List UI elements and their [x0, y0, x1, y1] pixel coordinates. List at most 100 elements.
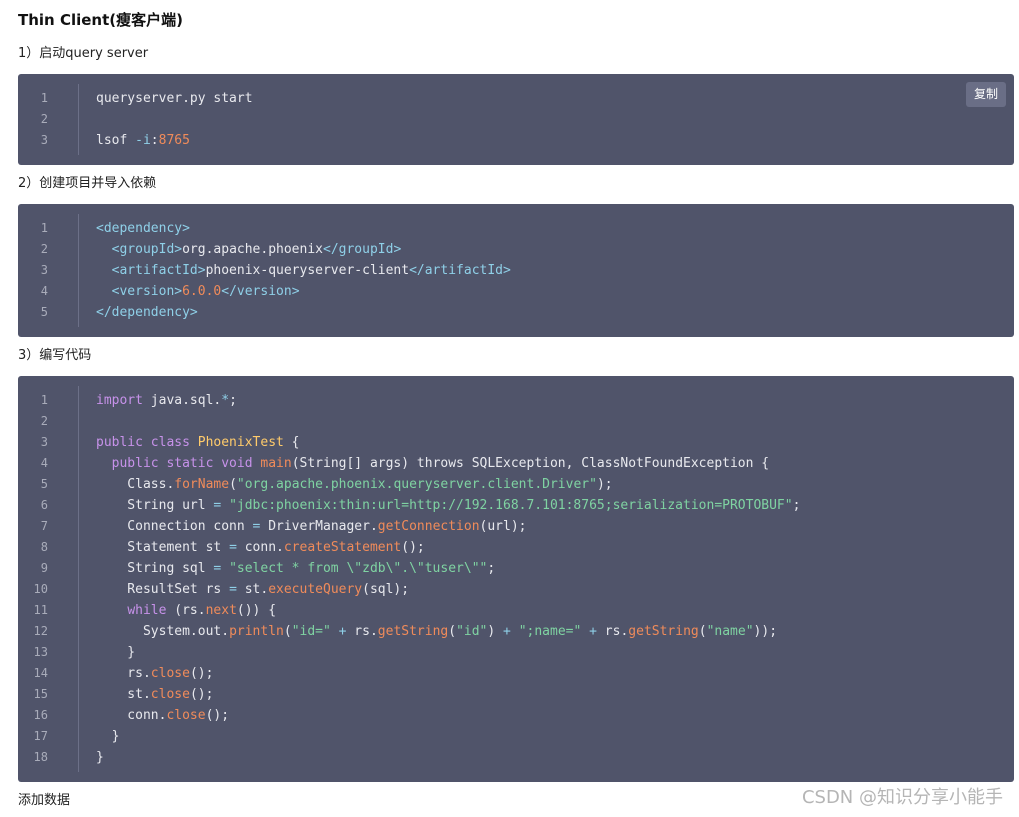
code-token-number: 8765 [158, 133, 190, 148]
code-token-plain: rs. [96, 666, 151, 681]
code-token-keyword: public class [96, 435, 190, 450]
code-token-plain: (); [189, 687, 214, 702]
code-token-string: "id" [456, 624, 488, 639]
code-token-plain: conn. [236, 540, 284, 555]
code-token-tag: </artifactId> [409, 263, 511, 278]
line-number: 2 [40, 242, 48, 256]
code-token-keyword: public static void [111, 456, 253, 471]
code-token-plain: (); [205, 708, 230, 723]
code-token-plain: (); [189, 666, 214, 681]
code-token-tag: </groupId> [323, 242, 402, 257]
line-number: 7 [40, 519, 48, 533]
code-token-number: 6.0.0 [182, 284, 222, 299]
line-number: 5 [40, 477, 48, 491]
code-token-function: close [150, 666, 190, 681]
code-line: queryserver.py start [78, 88, 253, 109]
code-line: } [78, 726, 120, 747]
code-line: <version>6.0.0</version> [78, 281, 300, 302]
code-token-function: getString [377, 624, 449, 639]
line-number: 17 [33, 729, 48, 743]
line-number: 4 [40, 456, 48, 470]
code-token-plain: Statement st [96, 540, 230, 555]
code-token-tag: <dependency> [96, 221, 190, 236]
code-token-function: executeQuery [268, 582, 363, 597]
code-token-plain: )); [753, 624, 778, 639]
line-number: 4 [40, 284, 48, 298]
code-token-tag: </dependency> [96, 305, 198, 320]
footer-text: 添加数据 [18, 793, 71, 808]
code-token-operator: + [589, 624, 597, 639]
copy-button[interactable]: 复制 [966, 82, 1006, 107]
code-line: } [78, 747, 104, 768]
line-number: 2 [40, 112, 48, 126]
code-token-function: main [260, 456, 292, 471]
csdn-watermark: CSDN @知识分享小能手 [801, 787, 1003, 808]
line-number: 16 [33, 708, 48, 722]
code-token-plain: phoenix-queryserver-client [205, 263, 410, 278]
code-token-tag: <artifactId> [111, 263, 206, 278]
line-number: 14 [33, 666, 48, 680]
code-token-plain: conn. [96, 708, 167, 723]
code-line: lsof -i:8765 [78, 130, 190, 151]
code-block-start-server[interactable]: 复制 1 queryserver.py start 2 3 lsof -i:8765 [18, 74, 1014, 165]
code-line: ResultSet rs = st.executeQuery(sql); [78, 579, 409, 600]
code-token-function: getConnection [377, 519, 480, 534]
code-line: while (rs.next()) { [78, 600, 276, 621]
code-token-plain: } [96, 645, 136, 660]
step-3-label: 3）编写代码 [18, 348, 92, 363]
code-token-plain: ( [283, 624, 292, 639]
code-block-dependency[interactable]: 1 <dependency> 2 <groupId>org.apache.phoen… [18, 204, 1014, 337]
code-token-operator: = [229, 540, 237, 555]
code-token-plain: lsof [96, 133, 136, 148]
code-line: <dependency> [78, 218, 190, 239]
code-token-function: getString [628, 624, 699, 639]
step-2-label: 2）创建项目并导入依赖 [18, 176, 157, 191]
code-token-string: "org.apache.phoenix.queryserver.client.D… [236, 477, 597, 492]
code-line: public class PhoenixTest { [78, 432, 300, 453]
code-token-plain: System.out. [96, 624, 230, 639]
code-line: System.out.println("id=" + rs.getString(… [78, 621, 777, 642]
code-token-operator: -i [135, 133, 151, 148]
code-token-string: "select * from \"zdb\".\"tuser\"" [229, 561, 488, 576]
code-token-plain: java.sql. [142, 393, 222, 408]
step-1-label: 1）启动query server [18, 46, 149, 61]
code-token-string: "jdbc:phoenix:thin:url=http://192.168.7.… [229, 498, 793, 513]
code-token-plain: : [150, 133, 159, 148]
code-token-function: createStatement [283, 540, 402, 555]
code-token-classname: PhoenixTest [197, 435, 284, 450]
code-token-plain: ResultSet rs [96, 582, 230, 597]
code-token-plain: String sql [96, 561, 214, 576]
code-line: conn.close(); [78, 705, 229, 726]
code-token-plain: ( [229, 477, 237, 492]
code-line: Connection conn = DriverManager.getConne… [78, 516, 526, 537]
code-token-string: "name" [706, 624, 754, 639]
code-token-keyword: while [127, 603, 167, 618]
line-number: 3 [40, 435, 48, 449]
code-line: String url = "jdbc:phoenix:thin:url=http… [78, 495, 800, 516]
line-number: 6 [40, 498, 48, 512]
code-token-plain: ); [596, 477, 613, 492]
line-number: 9 [40, 561, 48, 575]
code-line: import java.sql.*; [78, 390, 237, 411]
code-token-plain: ; [229, 393, 237, 408]
code-token-tag: <version> [111, 284, 183, 299]
line-number: 8 [40, 540, 48, 554]
code-line: Statement st = conn.createStatement(); [78, 537, 425, 558]
code-token-plain: (); [401, 540, 425, 555]
code-line: String sql = "select * from \"zdb\".\"tu… [78, 558, 495, 579]
code-block-java[interactable]: 1 import java.sql.*; 2 3 public class Phoeni… [18, 376, 1014, 782]
code-token-operator: + [503, 624, 511, 639]
line-number: 3 [40, 133, 48, 147]
code-line: st.close(); [78, 684, 213, 705]
code-token-plain: queryserver.py start [96, 91, 253, 106]
line-number: 15 [33, 687, 48, 701]
code-token-tag: </version> [221, 284, 300, 299]
